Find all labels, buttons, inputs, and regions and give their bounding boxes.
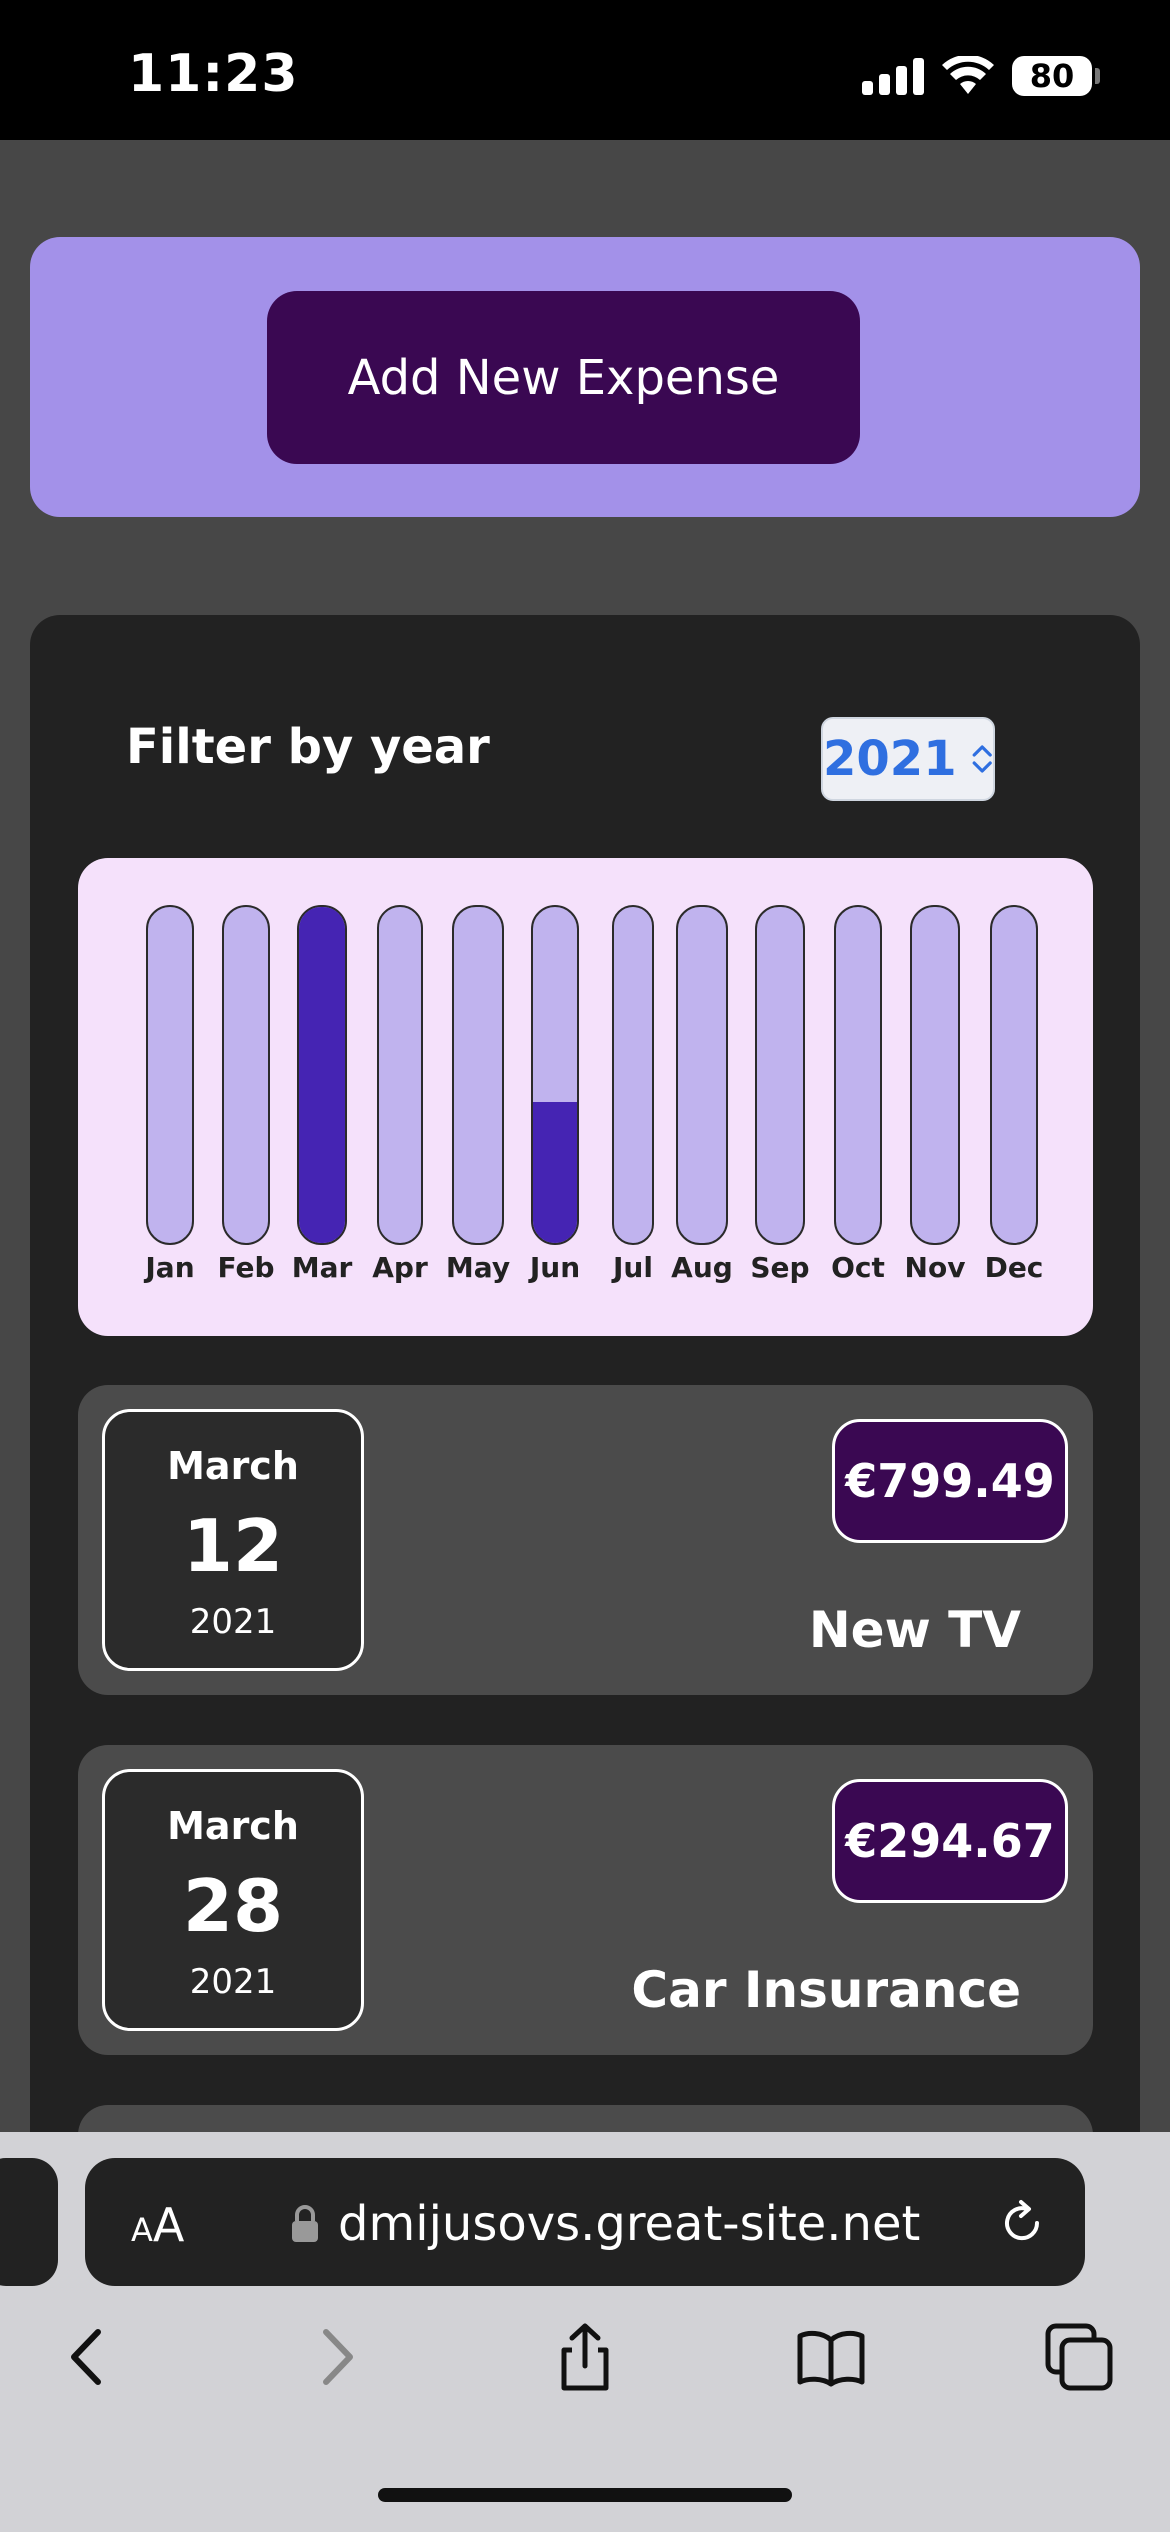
chart-tick-label: Feb	[217, 1251, 275, 1284]
expense-date-year: 2021	[189, 1962, 277, 2002]
forward-icon[interactable]	[302, 2322, 372, 2392]
expense-date-month: March	[167, 1804, 299, 1848]
chart-bar-apr	[377, 905, 423, 1245]
add-expense-card: Add New Expense	[30, 237, 1140, 517]
previous-tab-preview[interactable]	[0, 2158, 58, 2286]
wifi-icon	[942, 56, 994, 94]
year-select-value: 2021	[823, 731, 957, 787]
expense-date-month: March	[167, 1444, 299, 1488]
chart-tick-label: Aug	[671, 1251, 733, 1284]
chart-bar-jun	[531, 905, 579, 1245]
chart-bar-jan	[146, 905, 194, 1245]
expenses-panel: Filter by year 2021 Jan Feb Mar Apr May Jun Ju…	[30, 615, 1140, 2235]
year-select[interactable]: 2021	[821, 717, 995, 801]
expense-title: New TV	[808, 1601, 1021, 1659]
expense-title: Car Insurance	[631, 1961, 1021, 2019]
chart-bar-nov	[910, 905, 960, 1245]
home-indicator	[378, 2488, 792, 2502]
chart-bar-sep	[755, 905, 805, 1245]
bookmarks-icon[interactable]	[796, 2322, 866, 2392]
chart-bar-fill-mar	[299, 907, 345, 1243]
expense-item[interactable]: March 28 2021 €294.67 Car Insurance	[78, 1745, 1093, 2055]
lock-icon	[292, 2205, 318, 2242]
expense-date: March 12 2021	[102, 1409, 364, 1671]
expense-date-day: 12	[182, 1504, 284, 1588]
monthly-expenses-chart: Jan Feb Mar Apr May Jun Jul Aug Sep Oct Nov Dec	[78, 858, 1093, 1336]
chart-bar-mar	[297, 905, 347, 1245]
back-icon[interactable]	[52, 2322, 122, 2392]
battery-icon: 80	[1012, 56, 1100, 96]
chart-tick-label: Jul	[613, 1251, 653, 1284]
chart-tick-label: May	[445, 1251, 511, 1284]
chart-tick-label: Jan	[145, 1251, 195, 1284]
share-icon[interactable]	[550, 2322, 620, 2392]
chevron-updown-icon	[972, 745, 992, 773]
expense-amount: €294.67	[832, 1779, 1068, 1903]
reload-icon[interactable]	[997, 2198, 1047, 2248]
status-time: 11:23	[128, 44, 299, 104]
chart-tick-label: Mar	[291, 1251, 353, 1284]
expense-date-year: 2021	[189, 1602, 277, 1642]
add-new-expense-button[interactable]: Add New Expense	[267, 291, 860, 464]
expense-date: March 28 2021	[102, 1769, 364, 2031]
chart-bar-oct	[834, 905, 882, 1245]
expense-date-day: 28	[182, 1864, 284, 1948]
cellular-signal-icon	[862, 57, 924, 95]
chart-tick-label: Dec	[984, 1251, 1044, 1284]
chart-tick-label: Nov	[904, 1251, 966, 1284]
battery-level: 80	[1029, 57, 1075, 95]
chart-bar-aug	[676, 905, 728, 1245]
chart-tick-label: Apr	[372, 1251, 428, 1284]
chart-bar-fill-jun	[533, 1101, 577, 1243]
chart-bar-feb	[222, 905, 270, 1245]
filter-label: Filter by year	[126, 719, 490, 775]
expense-item[interactable]: March 12 2021 €799.49 New TV	[78, 1385, 1093, 1695]
browser-toolbar: AA dmijusovs.great-site.net	[0, 2132, 1170, 2532]
address-bar[interactable]: AA dmijusovs.great-site.net	[85, 2158, 1085, 2286]
chart-tick-label: Sep	[750, 1251, 810, 1284]
expense-amount: €799.49	[832, 1419, 1068, 1543]
chart-bar-dec	[990, 905, 1038, 1245]
status-bar: 11:23 80	[0, 0, 1170, 140]
reader-text-size-button[interactable]: AA	[131, 2198, 184, 2252]
url-text: dmijusovs.great-site.net	[338, 2196, 921, 2252]
tabs-icon[interactable]	[1044, 2322, 1114, 2392]
chart-tick-label: Oct	[831, 1251, 885, 1284]
browser-nav-icons	[0, 2302, 1170, 2412]
chart-bar-jul	[612, 905, 654, 1245]
chart-bar-may	[452, 905, 504, 1245]
status-icons: 80	[862, 52, 1100, 100]
chart-tick-label: Jun	[529, 1251, 581, 1284]
